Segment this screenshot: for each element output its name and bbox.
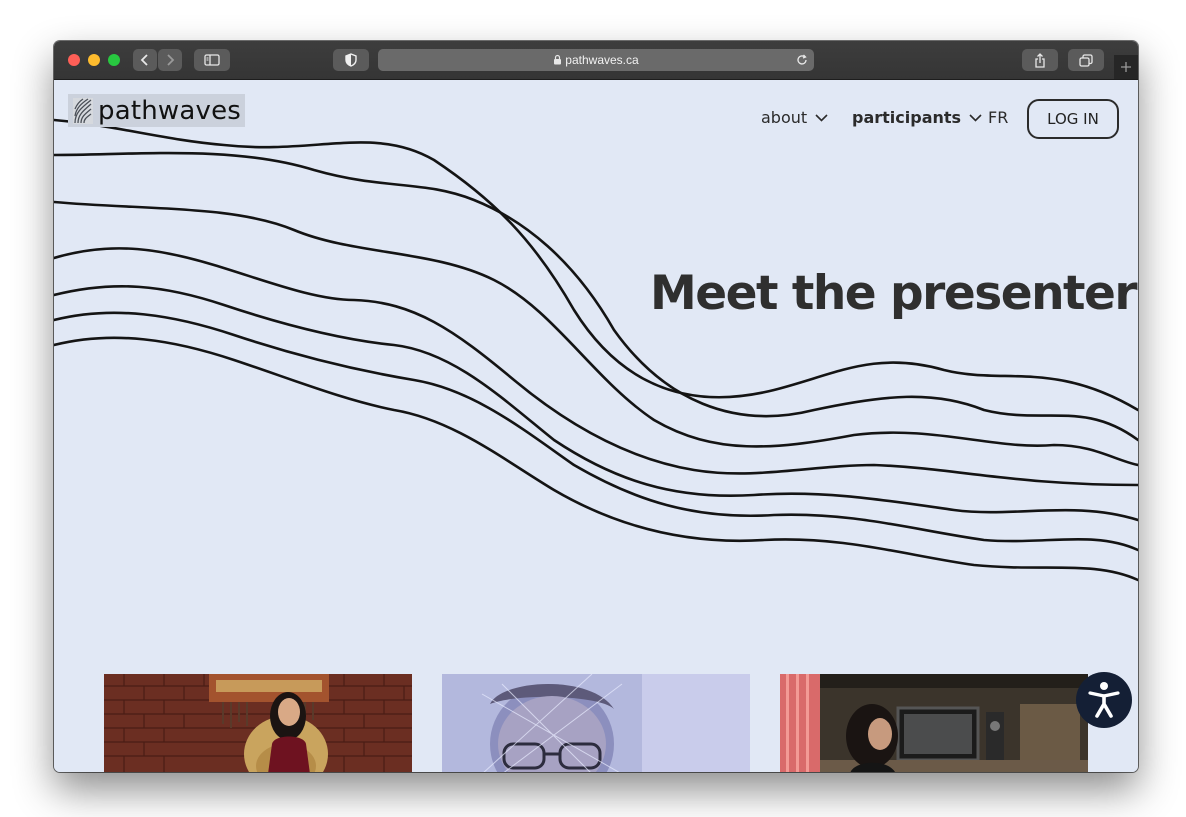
reload-icon[interactable] (796, 54, 808, 66)
share-button[interactable] (1022, 49, 1058, 71)
shield-icon (345, 53, 357, 67)
nav-about-label: about (761, 108, 808, 127)
new-tab-button[interactable] (1114, 55, 1138, 79)
woman-recording-studio-photo (780, 674, 1088, 772)
page-content: pathwaves about participants FR LOG IN M… (54, 80, 1138, 772)
logo-text: pathwaves (98, 95, 242, 126)
accessibility-person-icon (1088, 682, 1120, 718)
accessibility-button[interactable] (1076, 672, 1132, 728)
presenter-card[interactable] (780, 674, 1088, 772)
tabs-icon (1079, 53, 1093, 67)
language-toggle-fr[interactable]: FR (988, 108, 1008, 127)
forward-chevron-icon (167, 54, 175, 66)
sidebar-icon (204, 54, 220, 66)
lock-icon (554, 54, 562, 65)
new-tab-plus-icon (1121, 62, 1131, 72)
nav-about[interactable]: about (761, 108, 828, 127)
sidebar-toggle-button[interactable] (194, 49, 230, 71)
wave-lines-graphic (54, 118, 1138, 582)
browser-toolbar: pathwaves.ca (54, 41, 1138, 80)
browser-window: pathwaves.ca pathwaves about participant… (54, 41, 1138, 772)
back-chevron-icon (140, 54, 148, 66)
chevron-down-icon (815, 113, 828, 122)
pathwaves-logo-icon (73, 97, 93, 124)
close-window-button[interactable] (68, 54, 80, 66)
chevron-down-icon (969, 113, 982, 122)
minimize-window-button[interactable] (88, 54, 100, 66)
show-tabs-button[interactable] (1068, 49, 1104, 71)
zoom-window-button[interactable] (108, 54, 120, 66)
url-display: pathwaves.ca (378, 53, 814, 67)
woman-seated-brick-wall-photo (104, 674, 412, 772)
site-logo[interactable]: pathwaves (68, 94, 246, 127)
man-glasses-blue-tint-photo (442, 674, 750, 772)
privacy-report-button[interactable] (333, 49, 369, 71)
address-bar[interactable]: pathwaves.ca (378, 49, 814, 71)
back-button[interactable] (133, 49, 157, 71)
nav-participants[interactable]: participants (852, 108, 982, 127)
url-text: pathwaves.ca (565, 53, 639, 67)
login-button[interactable]: LOG IN (1027, 99, 1119, 139)
forward-button[interactable] (158, 49, 182, 71)
login-label: LOG IN (1047, 110, 1099, 128)
share-icon (1035, 52, 1045, 68)
page-title: Meet the presenters (650, 266, 1138, 321)
presenter-card[interactable] (104, 674, 412, 772)
nav-participants-label: participants (852, 108, 962, 127)
presenter-card[interactable] (442, 674, 750, 772)
language-label: FR (988, 108, 1009, 127)
